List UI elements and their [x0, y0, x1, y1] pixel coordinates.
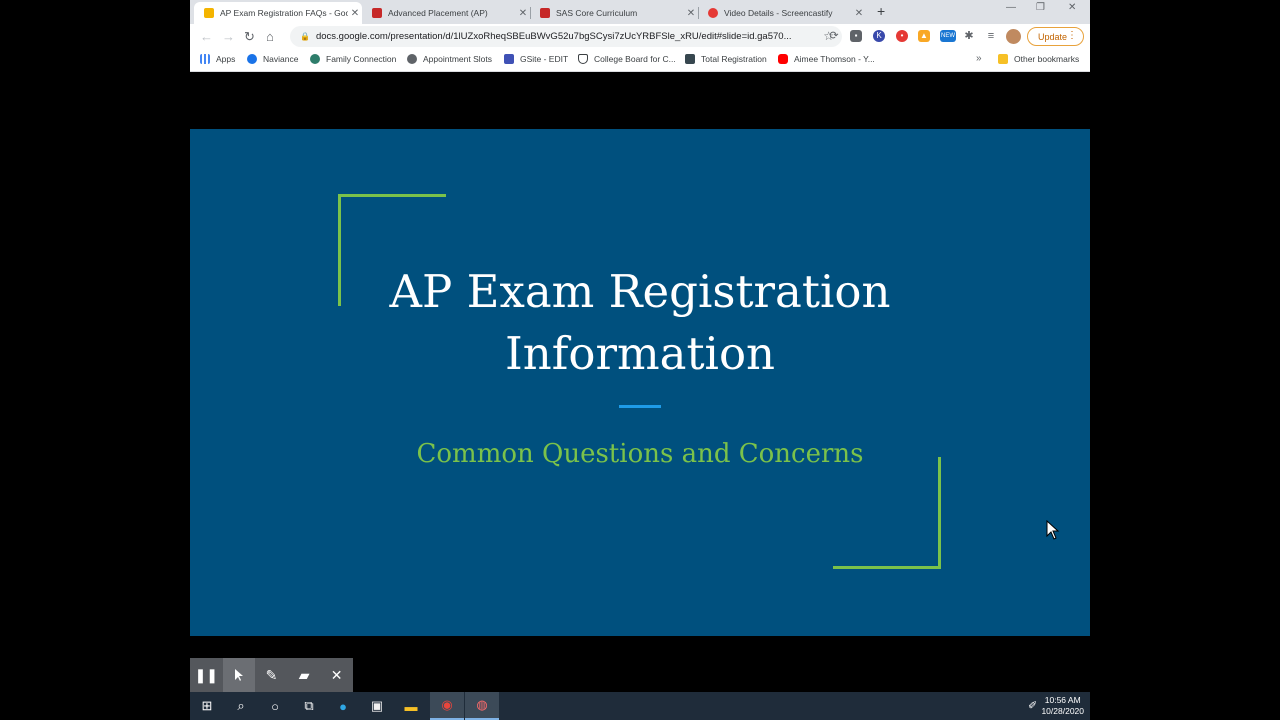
bookmark-family-connection[interactable]: Family Connection	[310, 54, 396, 64]
minimize-icon[interactable]: —	[1006, 2, 1016, 13]
restore-icon[interactable]: ❐	[1036, 2, 1045, 13]
bookmark-total-registration[interactable]: Total Registration	[685, 54, 767, 64]
shield-icon	[578, 54, 588, 64]
apps-grid-icon	[200, 54, 210, 64]
k-extension-icon[interactable]: K	[873, 30, 885, 42]
cortana-icon[interactable]: ○	[258, 692, 292, 720]
browser-window: AP Exam Registration FAQs - Goo ✕ Advanc…	[190, 0, 1090, 72]
mouse-pointer-icon	[1046, 520, 1060, 540]
youtube-icon	[778, 54, 788, 64]
tab-strip: AP Exam Registration FAQs - Goo ✕ Advanc…	[190, 0, 1090, 24]
screencastify-icon	[708, 8, 718, 18]
close-tab-icon[interactable]: ✕	[852, 8, 866, 19]
eraser-icon[interactable]: ▰	[288, 658, 321, 692]
close-tab-icon[interactable]: ✕	[684, 8, 698, 19]
forward-icon[interactable]: →	[222, 29, 235, 44]
close-tab-icon[interactable]: ✕	[516, 8, 530, 19]
tr-icon	[685, 54, 695, 64]
address-bar[interactable]: 🔒 docs.google.com/presentation/d/1lUZxoR…	[290, 26, 842, 47]
close-tab-icon[interactable]: ✕	[348, 8, 362, 19]
task-view-icon[interactable]: ⧉	[292, 692, 326, 720]
bookmark-gsite-edit[interactable]: GSite - EDIT	[504, 54, 568, 64]
naviance-icon	[247, 54, 257, 64]
pause-icon[interactable]: ❚❚	[190, 658, 223, 692]
screencastify-extension-icon[interactable]: •	[896, 30, 908, 42]
pointer-icon[interactable]	[222, 658, 256, 692]
extension-sync-icon[interactable]: ⟳	[828, 30, 840, 42]
corner-bracket-bottom-right	[938, 457, 941, 569]
bookmark-apps[interactable]: Apps	[200, 54, 235, 64]
school-shield-icon	[540, 8, 550, 18]
pen-icon[interactable]: ✎	[255, 658, 288, 692]
windows-taskbar: ⊞ ⌕ ○ ⧉ ● ▣ ▬ ◉ ◍ ✐ 10:56 AM 10/28/2020	[190, 692, 1090, 720]
tab-video-details[interactable]: Video Details - Screencastify ✕	[698, 2, 866, 24]
folder-icon	[998, 54, 1008, 64]
tab-advanced-placement[interactable]: Advanced Placement (AP) ✕	[362, 2, 530, 24]
slide-subtitle: Common Questions and Concerns	[416, 439, 864, 469]
edge-icon[interactable]: ●	[326, 692, 360, 720]
menu-dots-icon[interactable]: ⋮	[1067, 30, 1077, 41]
bookmark-naviance[interactable]: Naviance	[247, 54, 298, 64]
store-icon[interactable]: ▣	[360, 692, 394, 720]
tab-ap-exam-faqs[interactable]: AP Exam Registration FAQs - Goo ✕	[194, 2, 362, 24]
school-shield-icon	[372, 8, 382, 18]
plus-icon[interactable]: +	[877, 3, 885, 19]
bookmarks-bar: Apps Naviance Family Connection Appointm…	[190, 50, 1090, 72]
system-clock[interactable]: 10:56 AM 10/28/2020	[1041, 695, 1084, 717]
profile-avatar[interactable]	[1006, 29, 1021, 44]
pen-tray-icon[interactable]: ✐	[1028, 699, 1037, 712]
recording-toolbar: ❚❚ ✎ ▰ ✕	[190, 658, 353, 692]
url-text[interactable]: docs.google.com/presentation/d/1lUZxoRhe…	[316, 31, 792, 42]
family-connection-icon	[310, 54, 320, 64]
globe-icon	[407, 54, 417, 64]
search-icon[interactable]: ⌕	[224, 692, 258, 720]
presentation-slide: AP Exam Registration Information Common …	[190, 129, 1090, 636]
update-button[interactable]: Update ⋮	[1027, 27, 1084, 46]
thumbs-up-icon[interactable]: ▲	[918, 30, 930, 42]
gsite-icon	[504, 54, 514, 64]
browser-toolbar: ← → ↻ ⌂ 🔒 docs.google.com/presentation/d…	[190, 24, 1090, 50]
slide-title: AP Exam Registration Information	[389, 265, 891, 380]
lock-icon: 🔒	[300, 32, 310, 41]
bookmark-other-bookmarks[interactable]: Other bookmarks	[998, 54, 1079, 64]
file-explorer-icon[interactable]: ▬	[394, 692, 428, 720]
more-bookmarks-chevron[interactable]: »	[976, 53, 982, 64]
new-extension-icon[interactable]: NEW	[940, 30, 956, 42]
screencastify-app-icon[interactable]: ◍	[465, 692, 499, 720]
reading-list-icon[interactable]: ≡	[985, 30, 997, 42]
bookmark-appointment-slots[interactable]: Appointment Slots	[407, 54, 492, 64]
puzzle-extensions-icon[interactable]: ✱	[963, 30, 975, 42]
title-divider	[619, 405, 661, 408]
bookmark-aimee-thomson[interactable]: Aimee Thomson - Y...	[778, 54, 875, 64]
reload-icon[interactable]: ↻	[244, 29, 255, 45]
google-slides-icon	[204, 8, 214, 18]
chrome-icon[interactable]: ◉	[430, 692, 464, 720]
bookmark-college-board[interactable]: College Board for C...	[578, 54, 676, 64]
camera-icon[interactable]: ▪	[850, 30, 862, 42]
windows-start-icon[interactable]: ⊞	[190, 692, 224, 720]
close-icon[interactable]: ✕	[320, 658, 353, 692]
screen: AP Exam Registration FAQs - Goo ✕ Advanc…	[0, 0, 1280, 720]
close-window-icon[interactable]: ✕	[1068, 2, 1076, 13]
corner-bracket-top-left	[338, 194, 446, 197]
tab-sas-core-curriculum[interactable]: SAS Core Curriculum ✕	[530, 2, 698, 24]
back-icon[interactable]: ←	[200, 29, 213, 44]
corner-bracket-bottom-right	[833, 566, 941, 569]
home-icon[interactable]: ⌂	[266, 29, 274, 44]
